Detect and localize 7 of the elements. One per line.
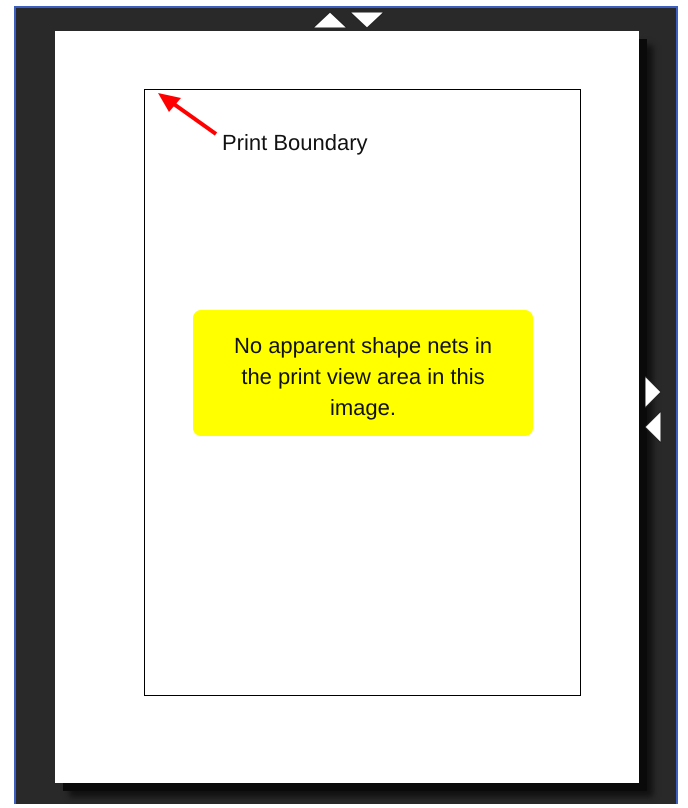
up-arrow-icon[interactable] [313, 12, 347, 28]
pointer-arrow [157, 92, 219, 136]
right-arrow-icon[interactable] [645, 376, 661, 408]
note-callout: No apparent shape nets in the print view area in this image. [193, 310, 533, 436]
annotation-label: Print Boundary [222, 130, 368, 156]
left-arrow-icon[interactable] [645, 411, 661, 443]
down-arrow-icon[interactable] [350, 12, 384, 28]
